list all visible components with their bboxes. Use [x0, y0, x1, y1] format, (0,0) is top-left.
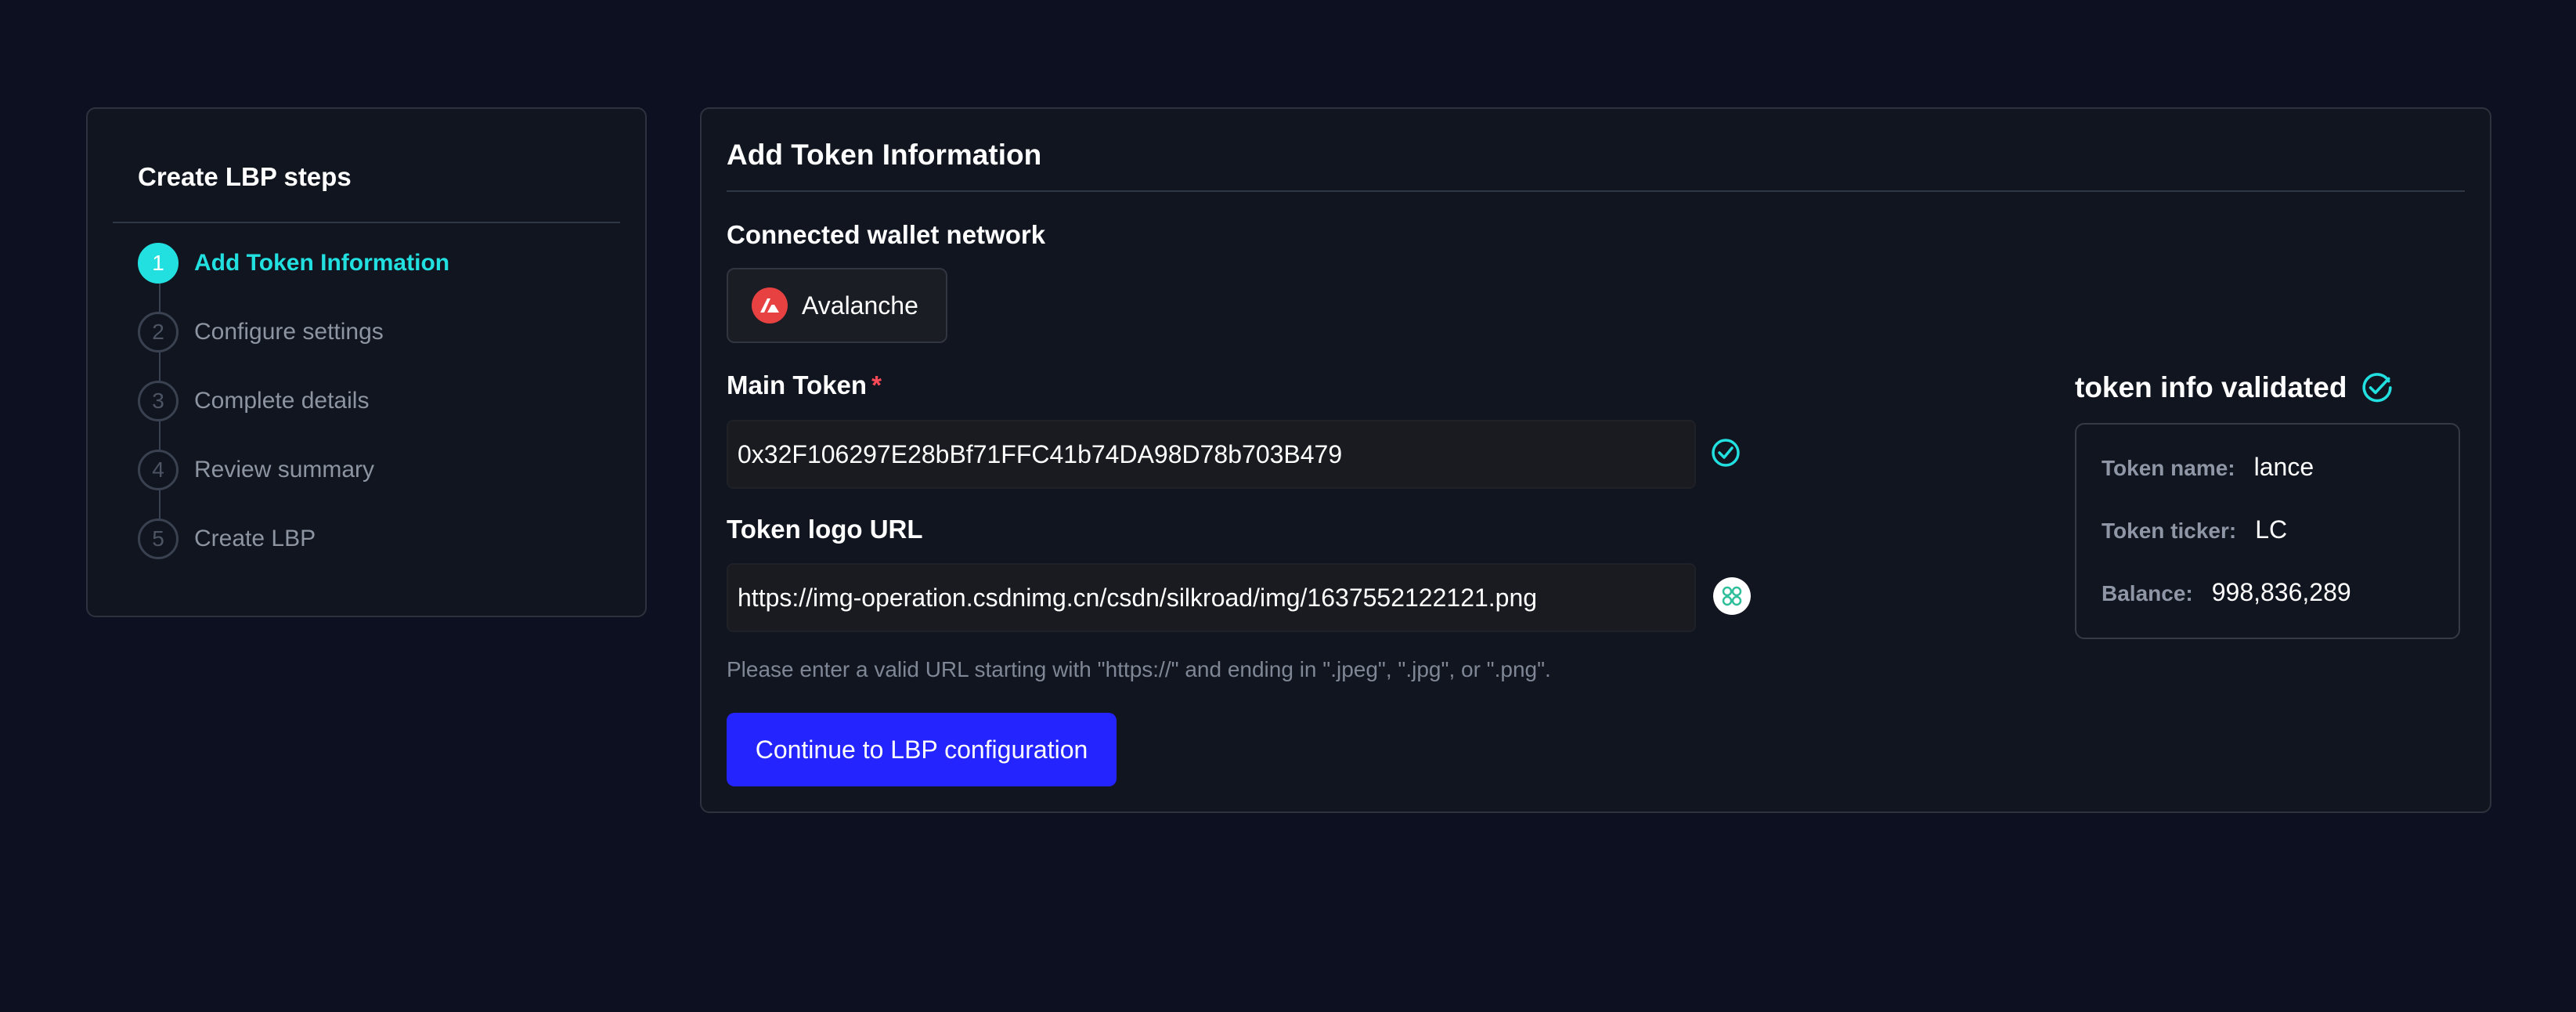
network-label: Connected wallet network: [727, 220, 1046, 249]
url-format-hint: Please enter a valid URL starting with "…: [727, 657, 1551, 681]
step-number-badge: 5: [138, 519, 179, 559]
network-badge: Avalanche: [727, 268, 947, 343]
info-value: lance: [2253, 453, 2314, 481]
info-key: Token name:: [2102, 456, 2235, 480]
step-number-badge: 2: [138, 312, 179, 352]
token-ticker-row: Token ticker: LC: [2102, 515, 2287, 544]
info-key: Balance:: [2102, 581, 2193, 605]
step-label: Create LBP: [194, 526, 316, 551]
balance-row: Balance: 998,836,289: [2102, 578, 2351, 607]
check-circle-icon: [1712, 439, 1740, 467]
step-number-badge: 1: [138, 243, 179, 284]
required-indicator: *: [871, 370, 882, 399]
page-title: Add Token Information: [727, 139, 1042, 171]
validation-title: token info validated: [2075, 371, 2347, 403]
step-item-4[interactable]: 4 Review summary: [138, 448, 374, 492]
token-info-summary: Token name: lance Token ticker: LC Balan…: [2075, 423, 2460, 639]
divider: [113, 222, 620, 223]
step-item-3[interactable]: 3 Complete details: [138, 379, 369, 423]
validation-status: token info validated: [2075, 371, 2394, 404]
step-label: Configure settings: [194, 319, 384, 345]
check-circle-icon: [2362, 373, 2393, 403]
step-item-5[interactable]: 5 Create LBP: [138, 517, 316, 561]
info-value: 998,836,289: [2211, 578, 2351, 606]
token-name-row: Token name: lance: [2102, 453, 2314, 482]
continue-button[interactable]: Continue to LBP configuration: [727, 713, 1117, 786]
step-label: Complete details: [194, 388, 370, 414]
main-token-input[interactable]: [727, 420, 1696, 489]
steps-panel: Create LBP steps 1 Add Token Information…: [86, 107, 647, 617]
token-logo-url-input[interactable]: [727, 563, 1696, 632]
network-name: Avalanche: [802, 291, 918, 320]
step-label: Review summary: [194, 457, 375, 483]
divider: [727, 190, 2465, 192]
steps-title: Create LBP steps: [138, 162, 352, 191]
token-info-form: Add Token Information Connected wallet n…: [700, 107, 2491, 813]
step-number-badge: 4: [138, 450, 179, 490]
step-number-badge: 3: [138, 381, 179, 421]
info-key: Token ticker:: [2102, 519, 2237, 543]
token-logo-preview-icon: [1713, 577, 1751, 615]
avalanche-logo-icon: [752, 287, 788, 323]
step-label: Add Token Information: [194, 250, 450, 276]
main-token-label-text: Main Token: [727, 370, 868, 399]
step-item-2[interactable]: 2 Configure settings: [138, 310, 384, 354]
main-token-label: Main Token *: [727, 370, 882, 400]
token-logo-label: Token logo URL: [727, 515, 923, 544]
step-item-1[interactable]: 1 Add Token Information: [138, 241, 449, 285]
info-value: LC: [2255, 515, 2288, 544]
